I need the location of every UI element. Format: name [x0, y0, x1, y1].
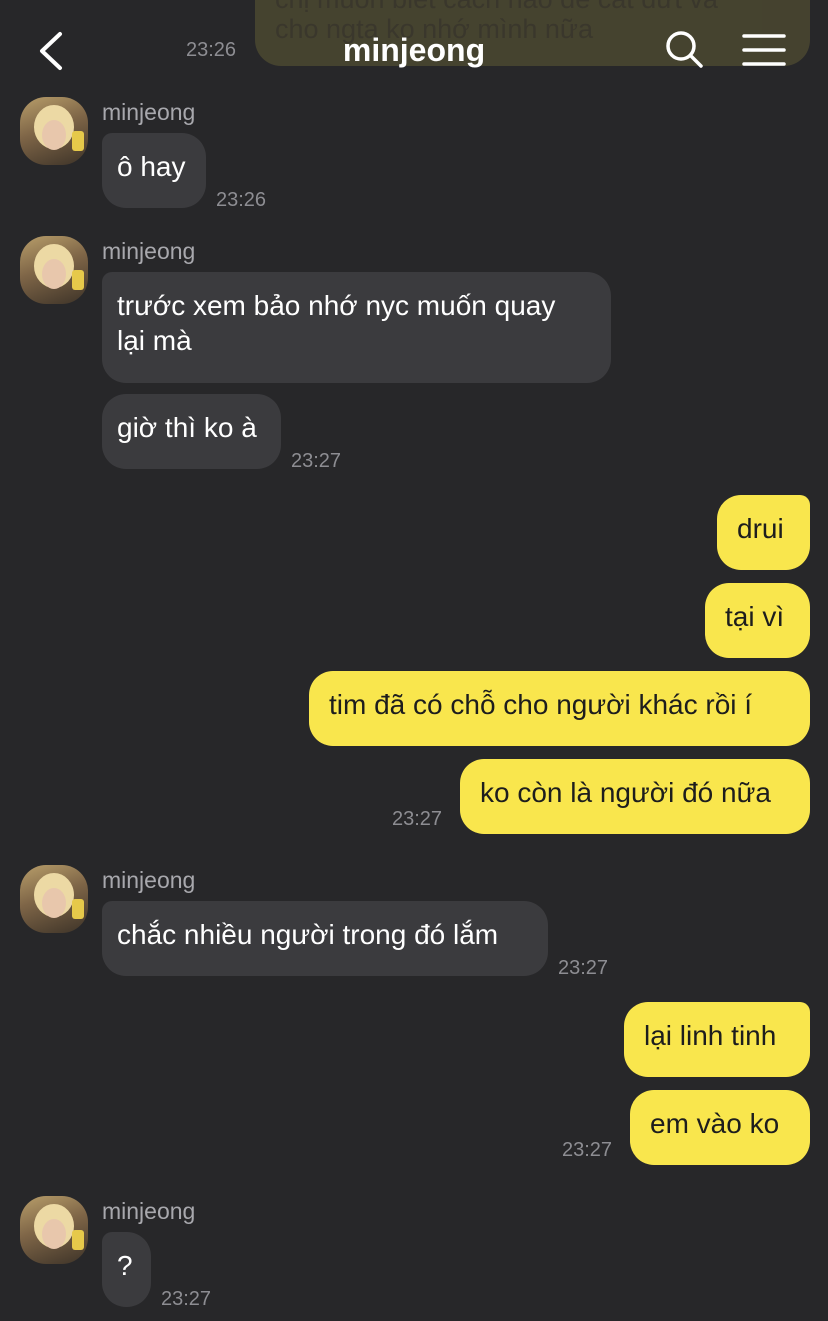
- message-bubble[interactable]: ?: [102, 1232, 151, 1307]
- message-text: tim đã có chỗ cho người khác rồi í: [329, 689, 753, 720]
- message-text: em vào ko: [650, 1108, 780, 1139]
- message-text: tại vì: [725, 601, 785, 632]
- message-bubble[interactable]: ô hay: [102, 133, 206, 208]
- message-text: chắc nhiều người trong đó lắm: [117, 919, 499, 950]
- message-bubble[interactable]: ko còn là người đó nữa: [460, 759, 810, 834]
- message-text: ko còn là người đó nữa: [480, 777, 771, 808]
- message-bubble[interactable]: giờ thì ko à: [102, 394, 281, 469]
- hamburger-menu-icon[interactable]: [742, 32, 786, 68]
- message-bubble[interactable]: tim đã có chỗ cho người khác rồi í: [309, 671, 810, 746]
- message-bubble[interactable]: chắc nhiều người trong đó lắm: [102, 901, 548, 976]
- avatar[interactable]: [20, 1196, 88, 1264]
- message-time: 23:27: [161, 1288, 212, 1310]
- message-text: giờ thì ko à: [117, 412, 257, 443]
- message-text-line-2: lại mà: [117, 325, 192, 356]
- message-text: ?: [117, 1250, 133, 1281]
- avatar[interactable]: [20, 236, 88, 304]
- sender-name: minjeong: [102, 238, 196, 264]
- message-time: 23:26: [216, 189, 267, 211]
- avatar[interactable]: [20, 97, 88, 165]
- message-time: 23:27: [392, 808, 443, 830]
- message-bubble[interactable]: em vào ko: [630, 1090, 810, 1165]
- sender-name: minjeong: [102, 867, 196, 893]
- message-text: lại linh tinh: [644, 1020, 777, 1051]
- message-text: drui: [737, 513, 784, 544]
- message-time: 23:27: [562, 1139, 613, 1161]
- message-bubble[interactable]: lại linh tinh: [624, 1002, 810, 1077]
- sender-name: minjeong: [102, 1198, 196, 1224]
- message-text: ô hay: [117, 151, 186, 182]
- message-bubble[interactable]: drui: [717, 495, 810, 570]
- message-bubble[interactable]: trước xem bảo nhớ nyc muốn quay lại mà: [102, 272, 611, 383]
- sender-name: minjeong: [102, 99, 196, 125]
- avatar[interactable]: [20, 865, 88, 933]
- message-time: 23:27: [558, 957, 609, 979]
- message-time: 23:27: [291, 450, 342, 472]
- search-icon[interactable]: [662, 28, 706, 72]
- message-text-line-1: trước xem bảo nhớ nyc muốn quay: [117, 290, 556, 321]
- message-bubble[interactable]: tại vì: [705, 583, 810, 658]
